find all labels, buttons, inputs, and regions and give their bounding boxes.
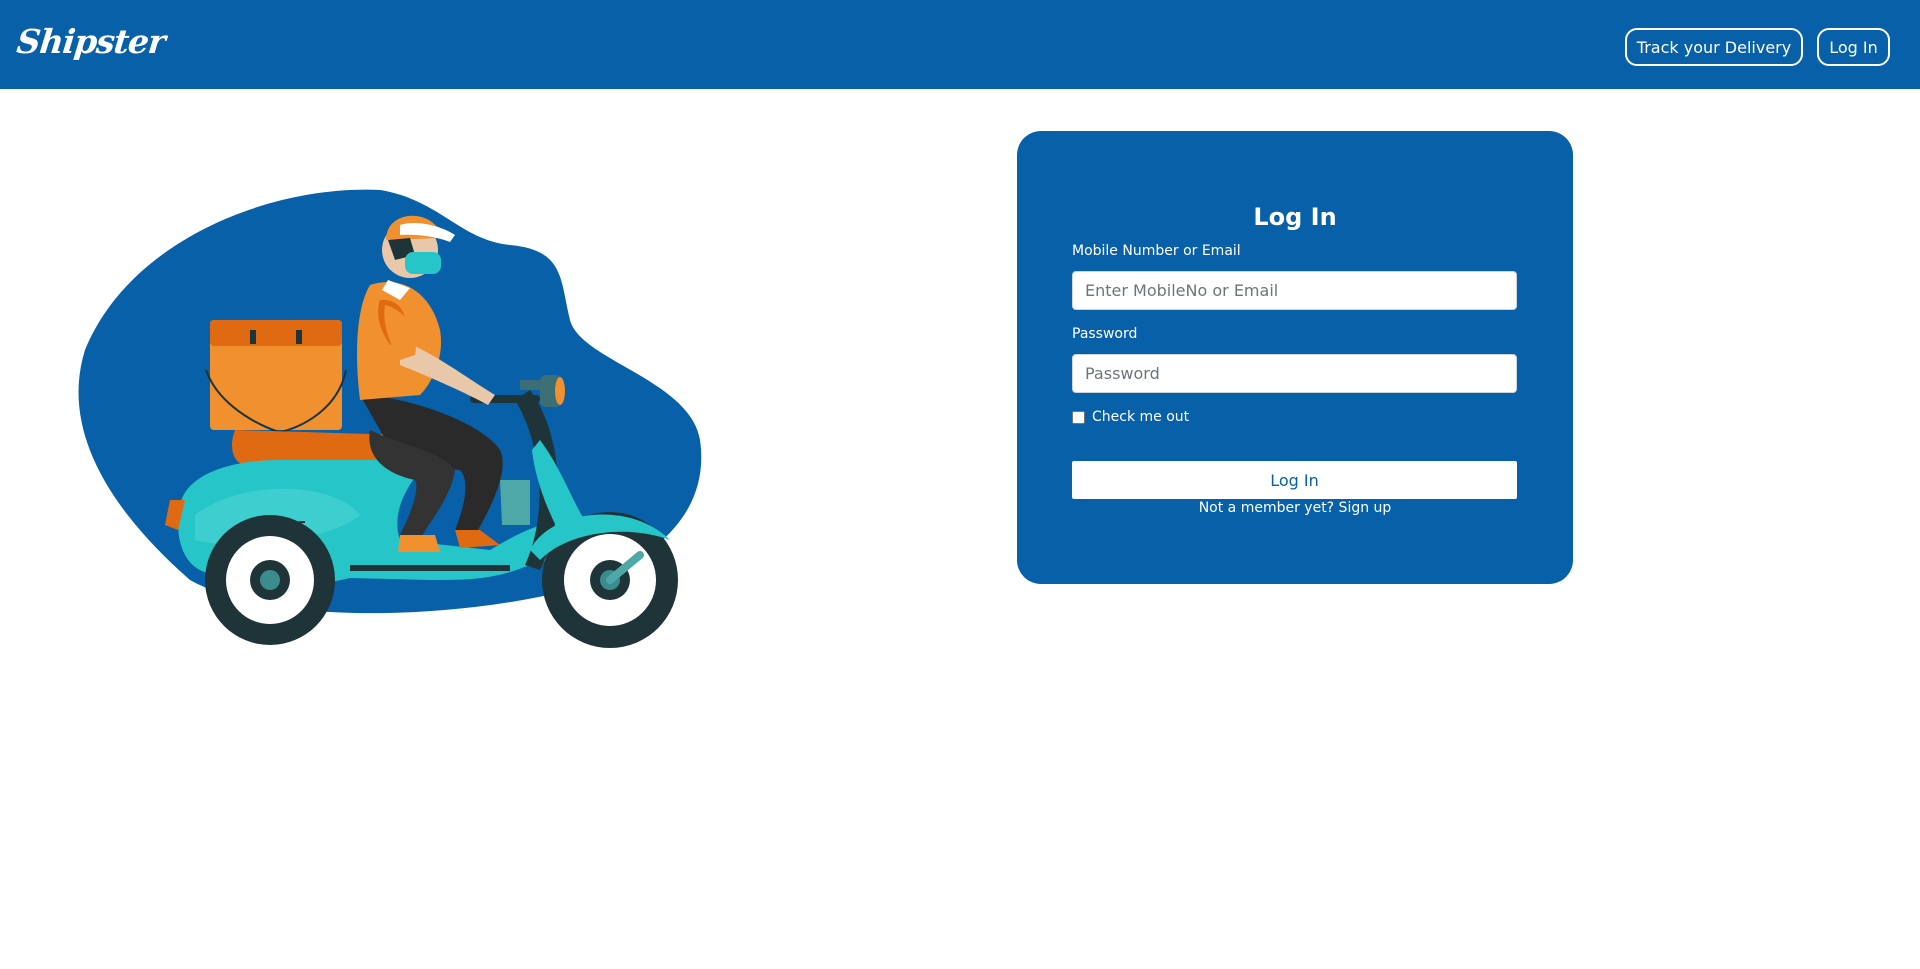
password-input[interactable] [1072,354,1517,393]
delivery-box [205,320,347,434]
login-submit-button[interactable]: Log In [1072,461,1517,499]
login-title: Log In [1253,203,1337,231]
email-input[interactable] [1072,271,1517,310]
brand-logo[interactable]: Shipster [15,22,167,61]
rear-wheel [205,515,335,645]
track-delivery-button[interactable]: Track your Delivery [1625,28,1803,66]
email-label: Mobile Number or Email [1072,243,1241,259]
remember-label[interactable]: Check me out [1092,409,1189,425]
password-label: Password [1072,326,1138,342]
delivery-scooter-illustration [78,189,702,648]
remember-row: Check me out [1072,409,1189,425]
remember-checkbox[interactable] [1072,410,1085,424]
login-card: Log In Mobile Number or Email Password C… [1017,131,1573,584]
nav-login-button[interactable]: Log In [1817,28,1890,66]
signup-link[interactable]: Not a member yet? Sign up [1017,500,1573,516]
top-navbar: Shipster Track your Delivery Log In [0,0,1920,89]
